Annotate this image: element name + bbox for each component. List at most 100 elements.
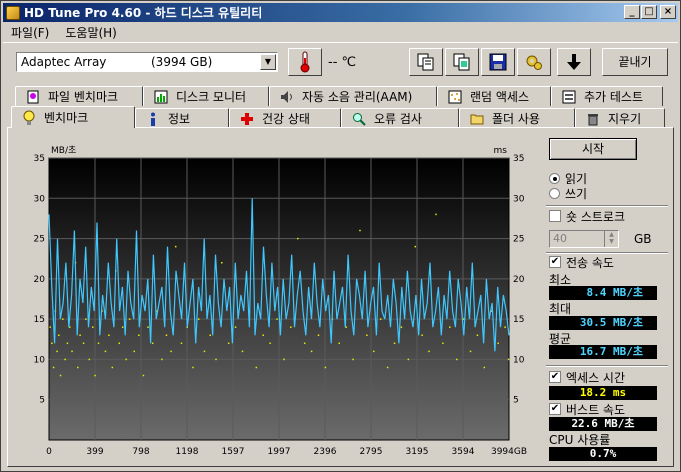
- disk-monitor-icon: [154, 90, 168, 104]
- options-button[interactable]: [517, 48, 551, 76]
- download-button[interactable]: [557, 48, 591, 76]
- access-time-point: [64, 358, 66, 361]
- burst-rate-checkbox[interactable]: ✔: [549, 403, 561, 415]
- access-time-point: [303, 342, 306, 345]
- temperature-button[interactable]: [288, 48, 322, 76]
- separator: [546, 365, 668, 367]
- tab-label: 폴더 사용: [492, 112, 540, 126]
- access-time-point: [428, 350, 430, 353]
- tab-label: 벤치마크: [44, 111, 89, 125]
- access-time-point: [79, 334, 81, 337]
- tab-extra-tests[interactable]: 추가 테스트: [551, 86, 663, 106]
- read-radio[interactable]: [549, 173, 560, 184]
- tab-label: 디스크 모니터: [176, 90, 247, 104]
- access-time-point: [449, 326, 451, 328]
- access-time-point: [386, 366, 389, 369]
- access-time-point: [147, 326, 149, 328]
- maximize-button[interactable]: □: [641, 5, 657, 19]
- access-time-point: [66, 342, 69, 345]
- random-access-icon: [448, 90, 462, 104]
- access-time-point: [483, 366, 486, 369]
- tab-label: 지우기: [608, 112, 642, 126]
- tab-aam[interactable]: 자동 소음 관리(AAM): [269, 86, 437, 106]
- access-time-point: [108, 334, 110, 337]
- tab-benchmark[interactable]: 벤치마크: [11, 106, 135, 128]
- close-button[interactable]: ×: [660, 5, 676, 19]
- tab-label: 오류 검사: [374, 112, 422, 126]
- spinner-arrows-icon[interactable]: ▲ ▼: [604, 231, 618, 247]
- access-time-point: [234, 326, 237, 328]
- access-time-point: [310, 350, 313, 353]
- y-tick-label-left: 5: [39, 396, 45, 406]
- access-time-point: [85, 318, 87, 320]
- min-value: 8.4 MB/초: [549, 286, 657, 300]
- health-icon: [240, 112, 254, 126]
- access-time-point: [59, 374, 62, 377]
- access-time-label: 엑세스 시간: [566, 371, 626, 385]
- minimize-button[interactable]: _: [624, 5, 640, 19]
- y-tick-label-right: 35: [513, 154, 524, 164]
- copy-button[interactable]: [409, 48, 443, 76]
- access-time-point: [209, 334, 211, 337]
- short-stroke-checkbox[interactable]: [549, 210, 561, 222]
- thermometer-icon: [300, 51, 310, 73]
- menu-help[interactable]: 도움말(H): [57, 23, 125, 41]
- title-bar[interactable]: HD Tune Pro 4.60 - 하드 디스크 유틸리티 _ □ ×: [3, 3, 678, 22]
- short-stroke-spinner[interactable]: 40 ▲ ▼: [549, 230, 619, 248]
- x-tick-label: 3195: [406, 447, 429, 457]
- access-time-point: [203, 350, 206, 353]
- access-time-point: [52, 366, 55, 369]
- access-time-point: [180, 342, 183, 345]
- exit-button[interactable]: 끝내기: [602, 48, 668, 76]
- copy-screenshot-button[interactable]: [445, 48, 479, 76]
- tab-folder-usage[interactable]: 폴더 사용: [459, 108, 575, 128]
- tab-info[interactable]: 정보: [135, 108, 229, 128]
- access-time-point: [125, 358, 127, 361]
- drive-name: Adaptec Array: [21, 55, 107, 69]
- tab-erase[interactable]: 지우기: [575, 108, 665, 128]
- x-tick-label: 1997: [268, 447, 291, 457]
- app-icon: [6, 5, 20, 20]
- tab-label: 추가 테스트: [584, 90, 644, 104]
- access-time-point: [128, 318, 131, 320]
- chevron-down-icon[interactable]: ▼: [260, 54, 276, 70]
- access-time-point: [62, 318, 64, 320]
- access-time-checkbox[interactable]: ✔: [549, 371, 561, 383]
- write-radio[interactable]: [549, 188, 560, 199]
- access-time-point: [269, 342, 271, 345]
- access-time-point: [421, 334, 423, 337]
- access-time-point: [142, 374, 145, 377]
- tab-health[interactable]: 건강 상태: [229, 108, 341, 128]
- y-tick-label-right: 15: [513, 315, 524, 325]
- tab-label: 건강 상태: [262, 112, 310, 126]
- access-time-point: [276, 318, 278, 320]
- access-time-point: [133, 350, 135, 353]
- save-button[interactable]: [481, 48, 515, 76]
- max-label: 최대: [549, 302, 572, 316]
- short-stroke-label: 숏 스트로크: [566, 210, 626, 224]
- tab-random-access[interactable]: 랜덤 액세스: [437, 86, 551, 106]
- access-time-point: [504, 326, 506, 328]
- tab-file-benchmark[interactable]: 파일 벤치마크: [15, 86, 143, 106]
- access-time-point: [324, 366, 327, 369]
- tab-disk-monitor[interactable]: 디스크 모니터: [143, 86, 269, 106]
- x-tick-label: 1597: [222, 447, 245, 457]
- access-time-point: [92, 326, 94, 328]
- transfer-rate-checkbox[interactable]: ✔: [549, 256, 561, 268]
- tab-label: 정보: [168, 112, 191, 126]
- access-time-point: [97, 342, 100, 345]
- short-stroke-unit: GB: [634, 232, 652, 246]
- access-time-point: [283, 358, 285, 361]
- access-time-point: [442, 342, 444, 345]
- x-tick-label: 798: [132, 447, 149, 457]
- tab-label: 랜덤 액세스: [470, 90, 530, 104]
- menu-file[interactable]: 파일(F): [3, 23, 57, 41]
- copy-screenshot-icon: [453, 53, 470, 71]
- folder-usage-icon: [470, 112, 484, 126]
- access-time-point: [51, 342, 53, 345]
- menu-bar: 파일(F) 도움말(H): [3, 23, 125, 41]
- drive-select[interactable]: Adaptec Array (3994 GB) ▼: [16, 52, 278, 72]
- tab-error-scan[interactable]: 오류 검사: [341, 108, 459, 128]
- start-button[interactable]: 시작: [549, 138, 637, 160]
- x-tick-label: 399: [86, 447, 103, 457]
